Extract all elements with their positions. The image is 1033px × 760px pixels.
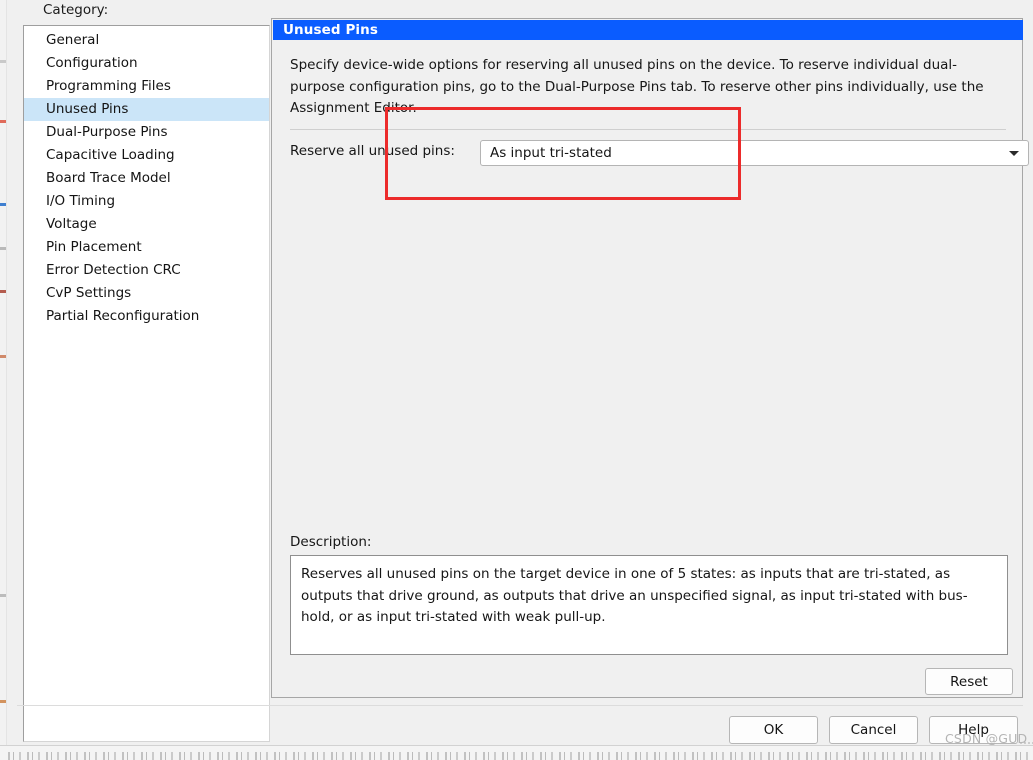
category-list[interactable]: General Configuration Programming Files Unu…	[23, 25, 270, 742]
reserve-unused-pins-select[interactable]: As input tri-stated	[480, 140, 1029, 166]
device-options-dialog: Category: General Configuration Programmin…	[0, 0, 1033, 760]
category-item[interactable]: General	[24, 29, 269, 52]
bottom-window-bleed	[0, 745, 1033, 760]
category-item[interactable]: Board Trace Model	[24, 167, 269, 190]
help-button[interactable]: Help	[929, 716, 1018, 744]
category-item[interactable]: Unused Pins	[24, 98, 269, 121]
category-item[interactable]: Capacitive Loading	[24, 144, 269, 167]
category-item[interactable]: Dual-Purpose Pins	[24, 121, 269, 144]
panel-title: Unused Pins	[273, 20, 1023, 40]
category-label: Category:	[43, 2, 109, 18]
category-item[interactable]: I/O Timing	[24, 190, 269, 213]
reserve-unused-pins-value: As input tri-stated	[490, 145, 612, 161]
reset-button[interactable]: Reset	[925, 668, 1013, 695]
category-item[interactable]: Error Detection CRC	[24, 259, 269, 282]
chevron-down-icon[interactable]	[1009, 151, 1019, 156]
panel-intro-text: Specify device-wide options for reservin…	[290, 57, 984, 116]
category-item[interactable]: Configuration	[24, 52, 269, 75]
footer-divider	[17, 705, 1023, 706]
cancel-button[interactable]: Cancel	[829, 716, 918, 744]
reserve-unused-pins-label: Reserve all unused pins:	[290, 143, 455, 159]
category-item[interactable]: Voltage	[24, 213, 269, 236]
description-textbox: Reserves all unused pins on the target d…	[290, 555, 1008, 655]
category-item[interactable]: CvP Settings	[24, 282, 269, 305]
ok-button[interactable]: OK	[729, 716, 818, 744]
dialog-frame: Category: General Configuration Programmin…	[6, 0, 1033, 753]
category-item[interactable]: Programming Files	[24, 75, 269, 98]
category-item[interactable]: Partial Reconfiguration	[24, 305, 269, 328]
panel-divider	[290, 129, 1006, 130]
category-item[interactable]: Pin Placement	[24, 236, 269, 259]
reserve-unused-pins-row: Reserve all unused pins: As input tri-st…	[290, 140, 1029, 166]
unused-pins-panel: Unused Pins Specify device-wide options …	[271, 18, 1029, 698]
description-label: Description:	[290, 534, 372, 550]
